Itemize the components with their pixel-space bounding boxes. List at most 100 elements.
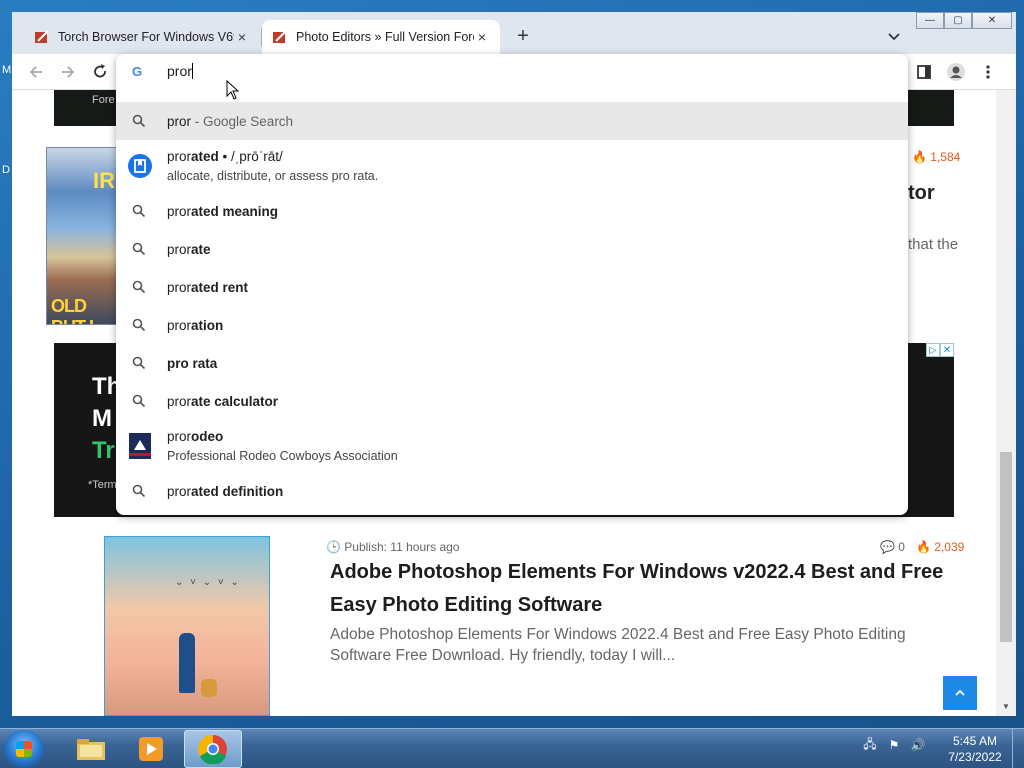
suggestion-typed-part: pror (167, 203, 192, 219)
suggestion-item[interactable]: prorated rent (116, 268, 908, 306)
suggestion-typed-part: pror (167, 113, 192, 129)
views-count: 🔥 1,584 (912, 150, 961, 164)
desktop-icon-label[interactable]: M (2, 64, 11, 76)
suggestion-item[interactable]: proration (116, 306, 908, 344)
ad-headline: M (92, 405, 112, 432)
suggestion-completion: ation (191, 317, 224, 333)
back-button[interactable] (24, 60, 48, 84)
post-excerpt: Adobe Photoshop Elements For Windows 202… (330, 626, 906, 664)
publish-date: 🕒 Publish: 11 hours ago (326, 540, 460, 554)
girl-illustration (179, 633, 195, 693)
network-icon[interactable]: 🖧 (862, 737, 878, 753)
suggestion-typed-part: pror (167, 241, 192, 257)
post-thumbnail[interactable]: IR OLD BUT I (46, 147, 118, 325)
site-favicon-icon (273, 30, 287, 43)
clock-date: 7/23/2022 (948, 750, 1002, 764)
search-icon (132, 318, 146, 332)
page-scrollbar[interactable]: ▼ (996, 90, 1016, 716)
suggestion-text: prorated rent (167, 280, 248, 295)
taskbar-explorer[interactable] (62, 730, 120, 768)
suggestion-definition: allocate, distribute, or assess pro rata… (167, 169, 379, 183)
suggestion-completion: ate calculator (191, 393, 279, 409)
profile-avatar-icon[interactable] (946, 62, 966, 82)
suggestion-list: pror - Google Search prorated • /ˌprōˈrā… (116, 102, 908, 510)
taskbar-chrome[interactable] (184, 730, 242, 768)
comment-count-value: 0 (898, 540, 905, 554)
tab-torch-browser[interactable]: Torch Browser For Windows V69 × (24, 20, 260, 54)
action-center-flag-icon[interactable]: ⚑ (886, 737, 902, 753)
views-value: 2,039 (934, 540, 965, 554)
suggestion-item[interactable]: prorodeo Professional Rodeo Cowboys Asso… (116, 420, 908, 472)
suggestion-item[interactable]: pro rata (116, 344, 908, 382)
ad-close-icon[interactable]: ✕ (940, 343, 954, 357)
close-tab-icon[interactable]: × (234, 29, 250, 45)
site-favicon-icon (35, 30, 49, 43)
scrollbar-thumb[interactable] (1000, 452, 1012, 642)
post-thumbnail[interactable]: ⌄ ˅ ⌄ ˅ ⌄ (104, 536, 270, 716)
side-panel-icon[interactable] (914, 62, 934, 82)
chrome-icon (198, 734, 227, 764)
volume-icon[interactable]: 🔊 (910, 737, 926, 753)
suggestion-text: prorated meaning (167, 204, 278, 219)
views-count: 🔥 2,039 (916, 540, 965, 554)
suggestion-typed-part: pror (167, 279, 192, 295)
suggestion-item[interactable]: prorated meaning (116, 192, 908, 230)
chevron-down-icon[interactable] (884, 26, 904, 46)
search-icon (132, 484, 146, 498)
maximize-button[interactable]: ▢ (944, 12, 972, 29)
minimize-button[interactable]: — (916, 12, 944, 29)
tab-title: Photo Editors » Full Version Fore (296, 30, 474, 44)
tab-photo-editors[interactable]: Photo Editors » Full Version Fore × (262, 20, 500, 54)
suggestion-text: prorated definition (167, 484, 283, 499)
menu-kebab-icon[interactable] (978, 62, 998, 82)
start-button[interactable] (4, 730, 44, 768)
suggestion-typed-part: pror (167, 429, 192, 444)
publish-date-text: Publish: 11 hours ago (344, 540, 460, 554)
suggestion-item[interactable]: prorated definition (116, 472, 908, 510)
post-title[interactable]: Adobe Photoshop Elements For Windows v20… (330, 556, 960, 622)
media-player-icon (139, 737, 163, 761)
taskbar-media-player[interactable] (122, 730, 180, 768)
post-excerpt: that the (908, 236, 959, 253)
suggestion-item[interactable]: prorate calculator (116, 382, 908, 420)
window-controls: — ▢ ✕ (916, 12, 1012, 29)
forward-button[interactable] (56, 60, 80, 84)
suggestion-item[interactable]: pror - Google Search (116, 102, 908, 140)
address-input[interactable]: pror (167, 63, 193, 79)
reload-icon (94, 64, 106, 78)
suggestion-completion: odeo (191, 429, 224, 444)
back-to-top-button[interactable] (943, 676, 977, 710)
scroll-down-arrow-icon[interactable]: ▼ (1002, 702, 1010, 711)
address-bar[interactable]: G pror (116, 54, 908, 100)
post-title[interactable]: tor (908, 182, 935, 205)
system-clock[interactable]: 5:45 AM 7/23/2022 (944, 733, 1006, 765)
close-window-button[interactable]: ✕ (972, 12, 1012, 29)
suggestion-text: prorate calculator (167, 394, 278, 409)
suggestion-item[interactable]: prorate (116, 230, 908, 268)
suggestion-text: proration (167, 318, 223, 333)
taskbar: 🖧 ⚑ 🔊 5:45 AM 7/23/2022 (0, 728, 1024, 768)
close-tab-icon[interactable]: × (474, 29, 490, 45)
desktop-icon-label[interactable]: D (2, 164, 10, 176)
search-icon (132, 114, 146, 128)
arrow-left-icon (29, 66, 42, 78)
show-desktop-button[interactable] (1012, 729, 1024, 768)
views-value: 1,584 (930, 150, 961, 164)
search-icon (132, 242, 146, 256)
ad-headline: Tr (92, 437, 115, 464)
suggestion-item[interactable]: prorated • /ˌprōˈrāt/ allocate, distribu… (116, 140, 908, 192)
search-icon (132, 280, 146, 294)
suggestion-typed-part: pror (167, 483, 192, 499)
new-tab-button[interactable]: + (510, 24, 536, 50)
suggestion-text: prorodeo Professional Rodeo Cowboys Asso… (167, 429, 398, 463)
birds-illustration: ⌄ ˅ ⌄ ˅ ⌄ (175, 577, 241, 588)
arrow-right-icon (62, 66, 75, 78)
suggestion-completion: ate (191, 241, 211, 257)
dictionary-icon (128, 154, 152, 178)
thumbnail-caption-text: OLD BUT I (51, 296, 94, 324)
reload-button[interactable] (88, 60, 112, 84)
ad-info-icon[interactable]: ▷ (926, 343, 940, 357)
ad-choices[interactable]: ▷ ✕ (926, 343, 954, 357)
suggestion-text: prorated • /ˌprōˈrāt/ allocate, distribu… (167, 149, 378, 183)
suggestion-completion: pro rata (167, 355, 218, 371)
